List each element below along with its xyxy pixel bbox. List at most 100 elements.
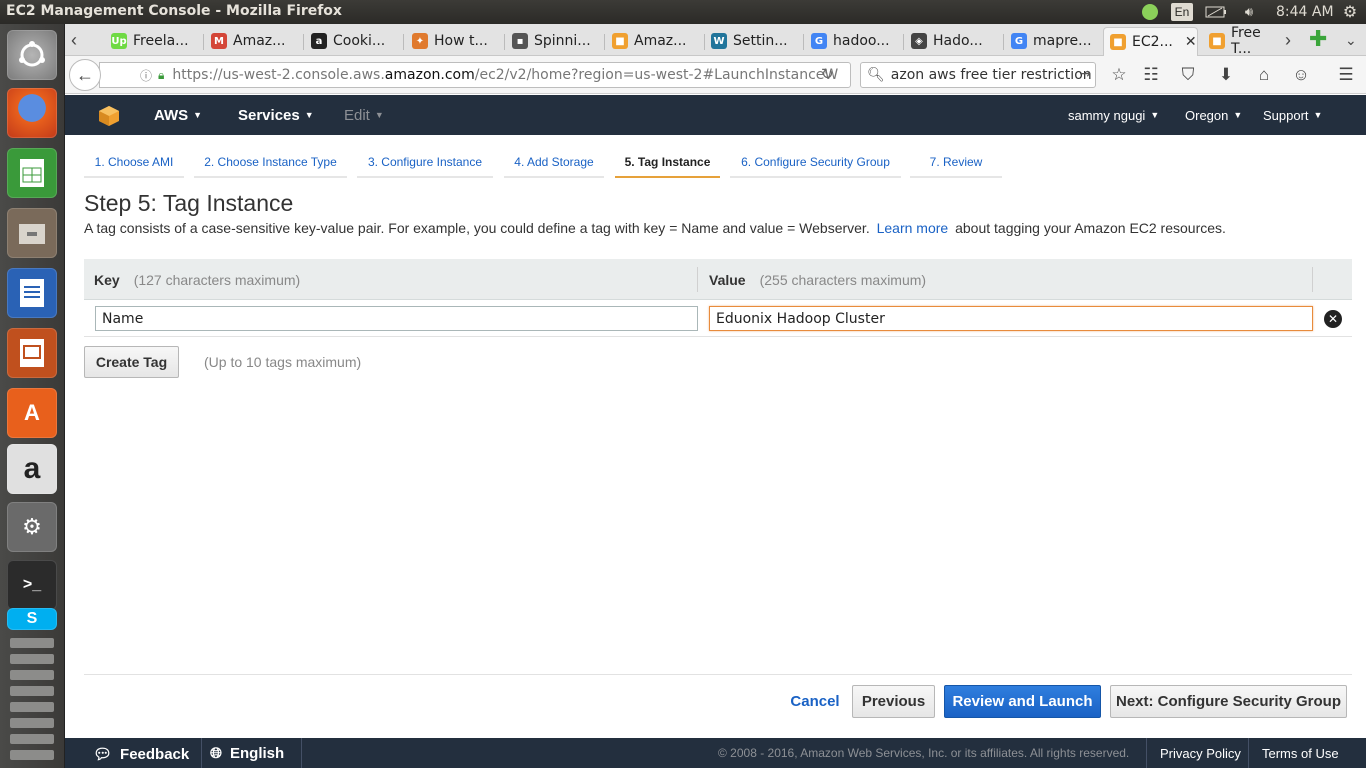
url-bar[interactable]: ⓘ 🔒︎ https://us-west-2.console.aws.amazo… (99, 62, 851, 88)
battery-icon[interactable] (1204, 3, 1228, 21)
wizard-step-add-storage[interactable]: 4. Add Storage (504, 148, 604, 178)
browser-tab[interactable]: a Cooki... (305, 28, 400, 54)
tab-label: How t... (434, 33, 488, 49)
chat-indicator-icon[interactable] (1140, 3, 1160, 21)
launcher-stacked-item[interactable] (10, 654, 54, 664)
bookmark-star-icon[interactable]: ☆ (1108, 64, 1130, 86)
aws-cube-icon[interactable] (98, 105, 120, 127)
file-manager-icon[interactable] (7, 208, 57, 258)
launcher-stacked-item[interactable] (10, 702, 54, 712)
pocket-icon[interactable]: ⛉ (1177, 64, 1199, 86)
browser-tab[interactable]: ◈ Hado... (905, 28, 1000, 54)
globe-icon: 🌐︎ (210, 745, 223, 762)
wizard-step-choose-ami[interactable]: 1. Choose AMI (84, 148, 184, 178)
cancel-button[interactable]: Cancel (784, 685, 846, 718)
keyboard-layout-indicator[interactable]: En (1171, 3, 1193, 21)
browser-tab-strip: ‹ Up Freela... M Amaz... a Cooki... ✦ How t... ▪… (65, 24, 1366, 57)
aws-menu[interactable]: AWS ▼ (154, 107, 202, 124)
tab-favicon-icon: W (711, 33, 727, 49)
reload-icon[interactable]: ↻ (821, 65, 834, 83)
terminal-icon[interactable]: >_ (7, 560, 57, 610)
libreoffice-writer-icon[interactable] (7, 268, 57, 318)
tab-favicon-icon: ■ (612, 33, 628, 49)
tag-key-input[interactable] (95, 306, 698, 331)
download-icon[interactable]: ⬇ (1215, 64, 1237, 86)
feedback-button[interactable]: 💬︎ Feedback (93, 745, 189, 764)
tab-favicon-icon: G (811, 33, 827, 49)
wizard-step-review[interactable]: 7. Review (910, 148, 1002, 178)
libreoffice-impress-icon[interactable] (7, 328, 57, 378)
browser-tab[interactable]: Gmapre... (1005, 28, 1100, 54)
launcher-stacked-item[interactable] (10, 750, 54, 760)
browser-tab[interactable]: ■ Amaz... (606, 28, 701, 54)
reader-list-icon[interactable]: ☷ (1140, 64, 1162, 86)
launcher-stacked-item[interactable] (10, 638, 54, 648)
privacy-policy-link[interactable]: Privacy Policy (1160, 746, 1241, 761)
browser-tab[interactable]: M Amaz... (205, 28, 300, 54)
next-security-group-button[interactable]: Next: Configure Security Group (1110, 685, 1347, 718)
browser-tab[interactable]: Up Freela... (105, 28, 200, 54)
clock[interactable]: 8:44 AM (1276, 4, 1334, 20)
new-tab-icon[interactable]: ✚ (1309, 26, 1327, 52)
browser-tab[interactable]: W Settin... (705, 28, 800, 54)
software-center-icon[interactable]: A (7, 388, 57, 438)
chevron-down-icon: ▼ (1150, 110, 1160, 120)
create-tag-button[interactable]: Create Tag (84, 346, 179, 378)
browser-tab[interactable]: ■ EC2... ✕ (1103, 27, 1198, 56)
launcher-stacked-item[interactable] (10, 718, 54, 728)
table-row: ✕ (84, 300, 1352, 337)
search-go-icon[interactable]: → (1079, 66, 1091, 82)
browser-tab[interactable]: ■ Free T... (1203, 25, 1283, 57)
firefox-icon[interactable] (7, 88, 57, 138)
skype-icon[interactable]: S (7, 608, 57, 630)
language-selector[interactable]: 🌐︎ English (210, 745, 284, 762)
tab-favicon-icon: ✦ (412, 33, 428, 49)
settings-gear-icon[interactable]: ⚙ (1340, 3, 1360, 21)
tab-label: Amaz... (634, 33, 687, 49)
tab-scroll-left-icon[interactable]: ‹ (71, 30, 77, 51)
terms-of-use-link[interactable]: Terms of Use (1262, 746, 1339, 761)
ubuntu-dash-icon[interactable] (7, 30, 57, 80)
search-bar[interactable]: 🔍︎ azon aws free tier restriction → (860, 62, 1096, 88)
chat-icon[interactable]: ☺ (1290, 64, 1312, 86)
browser-tab[interactable]: Ghadoo... (805, 28, 900, 54)
tab-scroll-right-icon[interactable]: › (1285, 30, 1291, 51)
tab-label: Freela... (133, 33, 189, 49)
user-menu[interactable]: sammy ngugi ▼ (1068, 108, 1159, 123)
amazon-icon[interactable]: a (7, 444, 57, 494)
previous-button[interactable]: Previous (852, 685, 935, 718)
region-menu[interactable]: Oregon ▼ (1185, 108, 1242, 123)
tag-value-input[interactable] (709, 306, 1313, 331)
edit-menu[interactable]: Edit ▼ (344, 107, 384, 124)
launcher-stacked-item[interactable] (10, 670, 54, 680)
wizard-step-configure-instance[interactable]: 3. Configure Instance (357, 148, 493, 178)
browser-tab[interactable]: ▪ Spinni... (506, 28, 601, 54)
system-settings-icon[interactable]: ⚙ (7, 502, 57, 552)
launch-wizard-steps: 1. Choose AMI 2. Choose Instance Type 3.… (84, 148, 1344, 178)
tab-separator (403, 34, 404, 50)
volume-icon[interactable]: 🔊︎ (1238, 3, 1260, 21)
browser-tab[interactable]: ✦ How t... (406, 28, 501, 54)
footer-divider (1248, 738, 1249, 768)
support-menu[interactable]: Support ▼ (1263, 108, 1322, 123)
review-and-launch-button[interactable]: Review and Launch (944, 685, 1101, 718)
launcher-stacked-item[interactable] (10, 686, 54, 696)
tab-list-chevron-icon[interactable]: ⌄ (1345, 32, 1357, 49)
home-icon[interactable]: ⌂ (1253, 64, 1275, 86)
libreoffice-calc-icon[interactable] (7, 148, 57, 198)
wizard-step-security-group[interactable]: 6. Configure Security Group (730, 148, 901, 178)
back-button[interactable]: ← (69, 59, 101, 91)
close-tab-icon[interactable]: ✕ (1185, 34, 1197, 50)
site-info-icon[interactable]: ⓘ (140, 67, 152, 84)
wizard-step-instance-type[interactable]: 2. Choose Instance Type (194, 148, 347, 178)
tab-label: Settin... (733, 33, 788, 49)
services-menu[interactable]: Services ▼ (238, 107, 314, 124)
tab-separator (903, 34, 904, 50)
tab-separator (504, 34, 505, 50)
menu-icon[interactable]: ☰ (1335, 64, 1357, 86)
learn-more-link[interactable]: Learn more (877, 220, 949, 236)
wizard-step-tag-instance[interactable]: 5. Tag Instance (615, 148, 720, 178)
search-value: azon aws free tier restriction (890, 67, 1092, 83)
remove-tag-icon[interactable]: ✕ (1324, 310, 1342, 328)
launcher-stacked-item[interactable] (10, 734, 54, 744)
